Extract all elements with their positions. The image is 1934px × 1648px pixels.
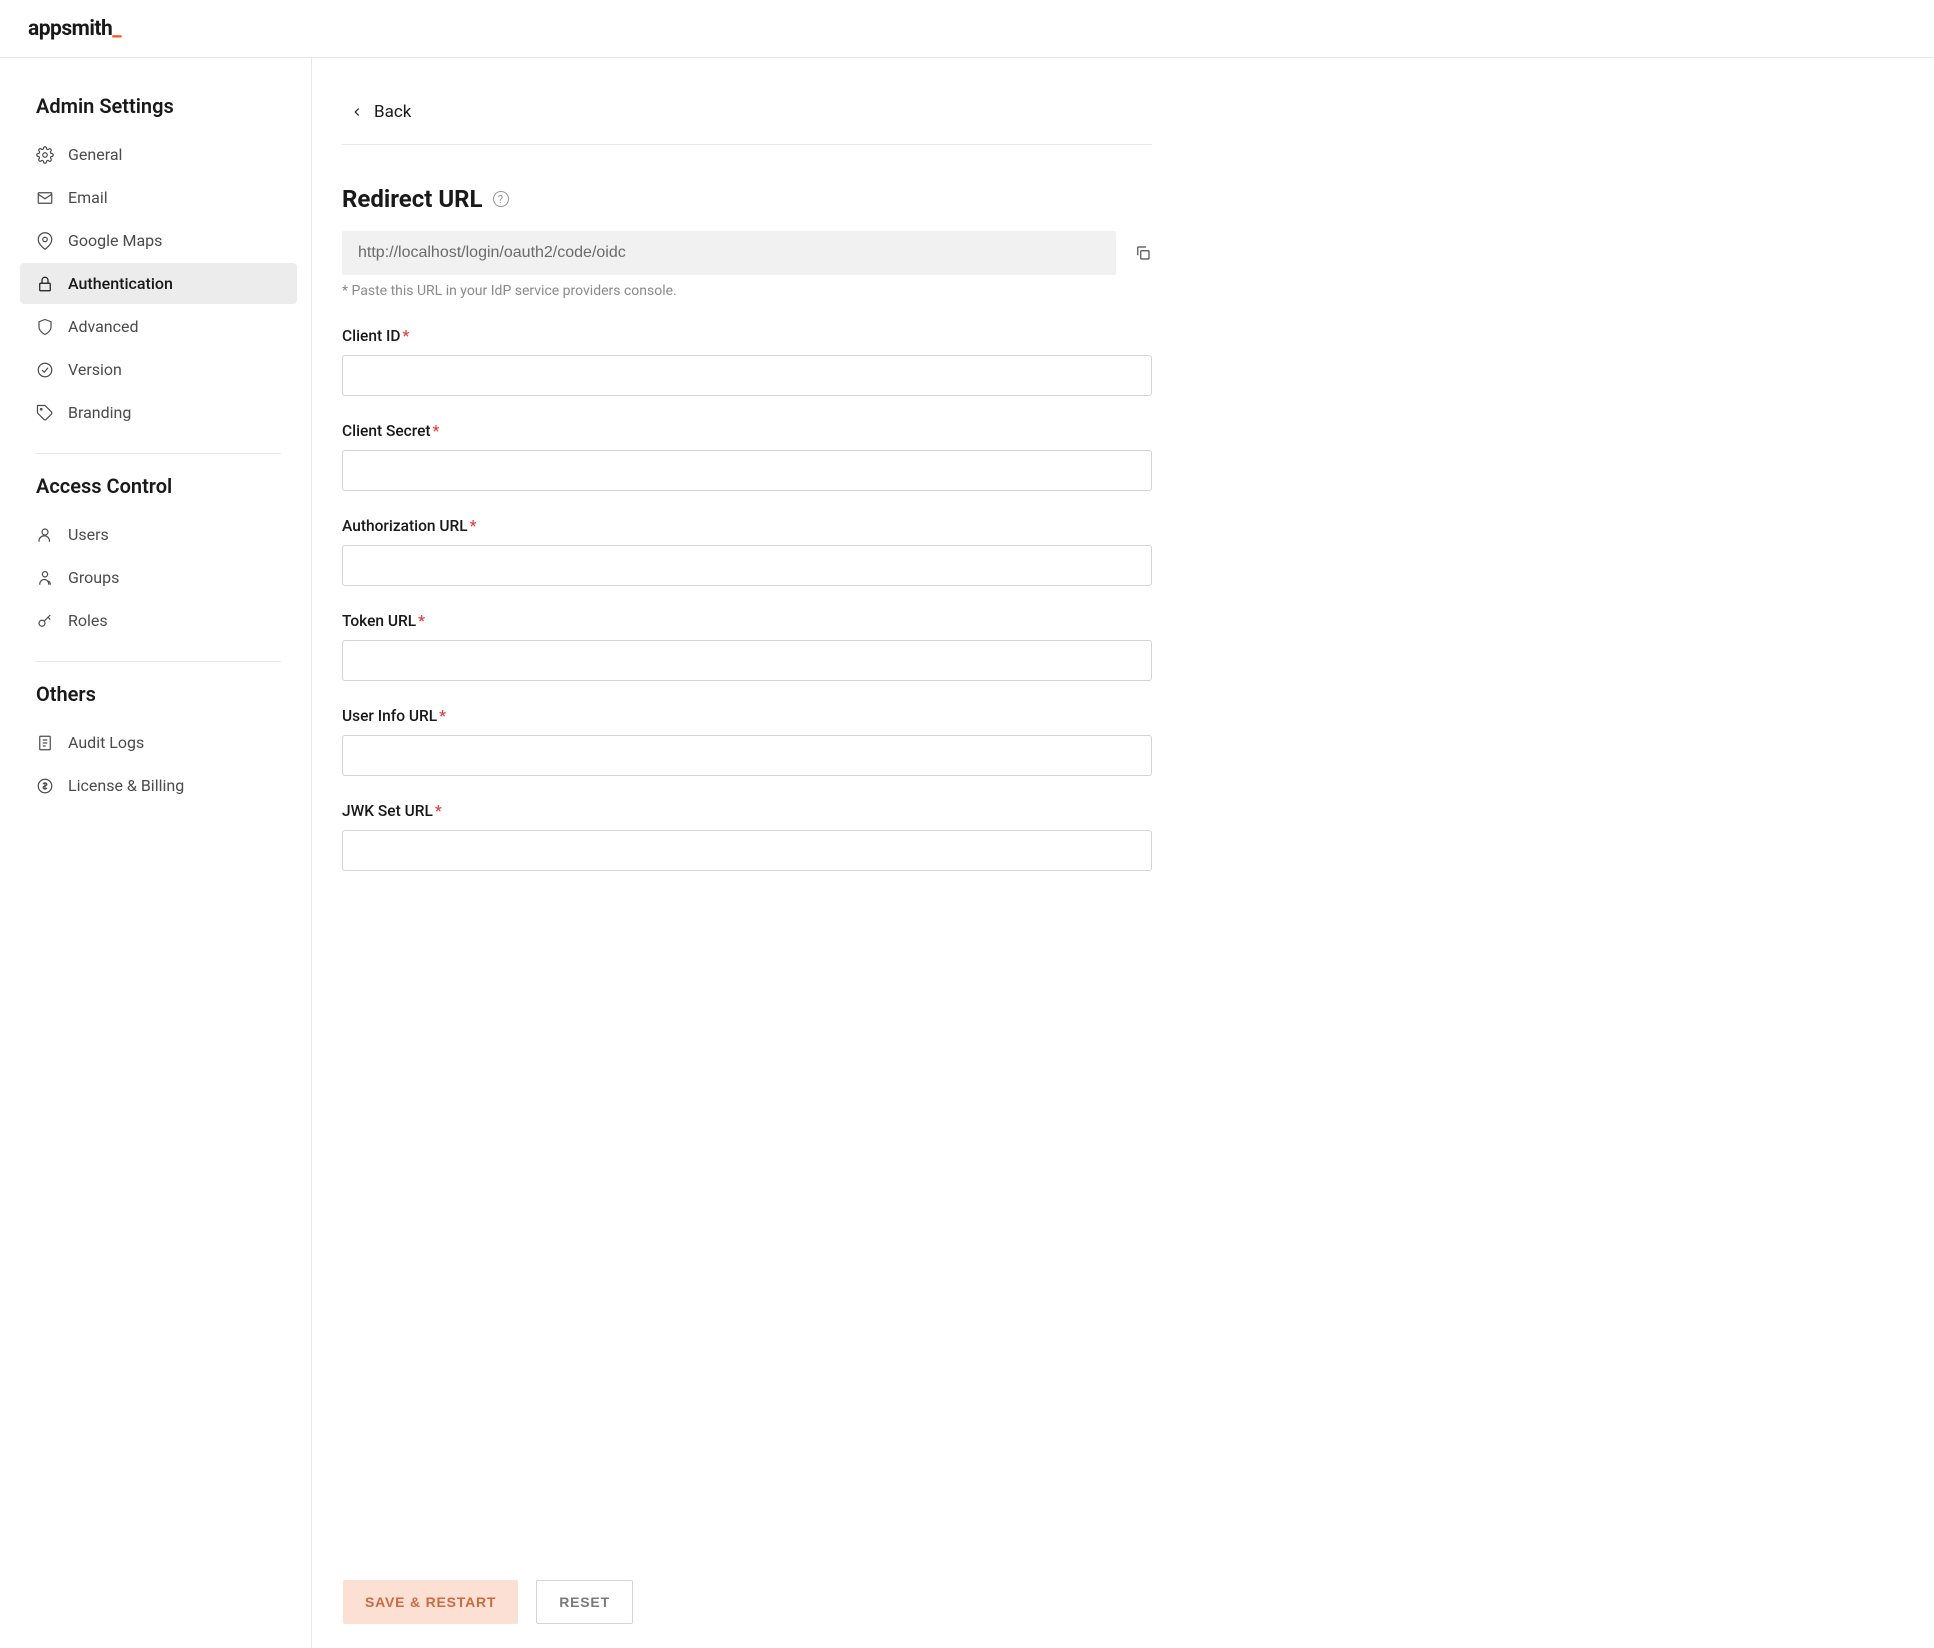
lock-icon (36, 275, 54, 293)
sidebar-item-branding[interactable]: Branding (20, 392, 297, 433)
divider (342, 144, 1152, 145)
required-marker: * (418, 612, 425, 630)
map-pin-icon (36, 232, 54, 250)
sidebar: Admin Settings General Email Google Maps Aut… (0, 58, 312, 1648)
sidebar-heading: Access Control (20, 474, 297, 514)
client-id-input[interactable] (342, 355, 1152, 396)
required-marker: * (435, 802, 442, 820)
form-group: Authorization URL* (342, 517, 1152, 586)
dollar-icon (36, 777, 54, 795)
sidebar-divider (36, 661, 281, 662)
token-url-label: Token URL* (342, 612, 1152, 630)
main-content: Back Redirect URL ? * Paste this URL in … (312, 58, 1182, 1648)
sidebar-item-label: Audit Logs (68, 733, 144, 752)
required-marker: * (402, 327, 409, 345)
sidebar-heading: Others (20, 682, 297, 722)
sidebar-item-label: General (68, 145, 122, 164)
app-logo[interactable]: appsmith_ (28, 17, 121, 41)
app-header: appsmith_ (0, 0, 1934, 58)
sidebar-item-license-billing[interactable]: License & Billing (20, 765, 297, 806)
form-group: Client Secret* (342, 422, 1152, 491)
sidebar-item-version[interactable]: Version (20, 349, 297, 390)
check-circle-icon (36, 361, 54, 379)
jwk-set-url-label: JWK Set URL* (342, 802, 1152, 820)
form-group: JWK Set URL* (342, 802, 1152, 871)
token-url-input[interactable] (342, 640, 1152, 681)
footer-actions: SAVE & RESTART RESET (313, 1555, 1934, 1648)
tag-icon (36, 404, 54, 422)
form-group: Client ID* (342, 327, 1152, 396)
key-icon (36, 612, 54, 630)
sidebar-heading: Admin Settings (20, 94, 297, 134)
reset-button[interactable]: RESET (536, 1580, 633, 1624)
sidebar-item-roles[interactable]: Roles (20, 600, 297, 641)
users-icon (36, 569, 54, 587)
sidebar-divider (36, 453, 281, 454)
sidebar-item-general[interactable]: General (20, 134, 297, 175)
back-button[interactable]: Back (350, 98, 411, 126)
user-info-url-input[interactable] (342, 735, 1152, 776)
sidebar-item-label: License & Billing (68, 776, 184, 795)
sidebar-item-label: Branding (68, 403, 131, 422)
sidebar-item-label: Email (68, 188, 108, 207)
user-icon (36, 526, 54, 544)
chevron-left-icon (350, 105, 364, 119)
redirect-url-field[interactable] (342, 231, 1116, 275)
sidebar-item-authentication[interactable]: Authentication (20, 263, 297, 304)
required-marker: * (470, 517, 477, 535)
jwk-set-url-input[interactable] (342, 830, 1152, 871)
required-marker: * (433, 422, 440, 440)
back-label: Back (374, 102, 411, 122)
logo-underscore: _ (112, 17, 121, 41)
shield-icon (36, 318, 54, 336)
client-id-label: Client ID* (342, 327, 1152, 345)
redirect-url-title: Redirect URL (342, 185, 483, 213)
user-info-url-label: User Info URL* (342, 707, 1152, 725)
sidebar-item-advanced[interactable]: Advanced (20, 306, 297, 347)
client-secret-label: Client Secret* (342, 422, 1152, 440)
authorization-url-label: Authorization URL* (342, 517, 1152, 535)
sidebar-item-audit-logs[interactable]: Audit Logs (20, 722, 297, 763)
save-restart-button[interactable]: SAVE & RESTART (343, 1580, 518, 1624)
client-secret-input[interactable] (342, 450, 1152, 491)
sidebar-item-label: Google Maps (68, 231, 162, 250)
sidebar-item-label: Version (68, 360, 122, 379)
form-fields: Client ID* Client Secret* Authorization UR… (342, 327, 1152, 871)
authorization-url-input[interactable] (342, 545, 1152, 586)
help-icon[interactable]: ? (493, 191, 509, 207)
redirect-hint: * Paste this URL in your IdP service pro… (342, 283, 1152, 299)
file-icon (36, 734, 54, 752)
sidebar-item-label: Authentication (68, 274, 173, 293)
form-group: Token URL* (342, 612, 1152, 681)
sidebar-item-label: Groups (68, 568, 119, 587)
logo-text: appsmith (28, 17, 112, 41)
sidebar-item-label: Advanced (68, 317, 139, 336)
copy-icon[interactable] (1134, 244, 1152, 262)
form-group: User Info URL* (342, 707, 1152, 776)
sidebar-item-label: Users (68, 525, 109, 544)
sidebar-item-groups[interactable]: Groups (20, 557, 297, 598)
sidebar-item-label: Roles (68, 611, 108, 630)
required-marker: * (439, 707, 446, 725)
gear-icon (36, 146, 54, 164)
sidebar-item-email[interactable]: Email (20, 177, 297, 218)
sidebar-item-google-maps[interactable]: Google Maps (20, 220, 297, 261)
mail-icon (36, 189, 54, 207)
sidebar-item-users[interactable]: Users (20, 514, 297, 555)
